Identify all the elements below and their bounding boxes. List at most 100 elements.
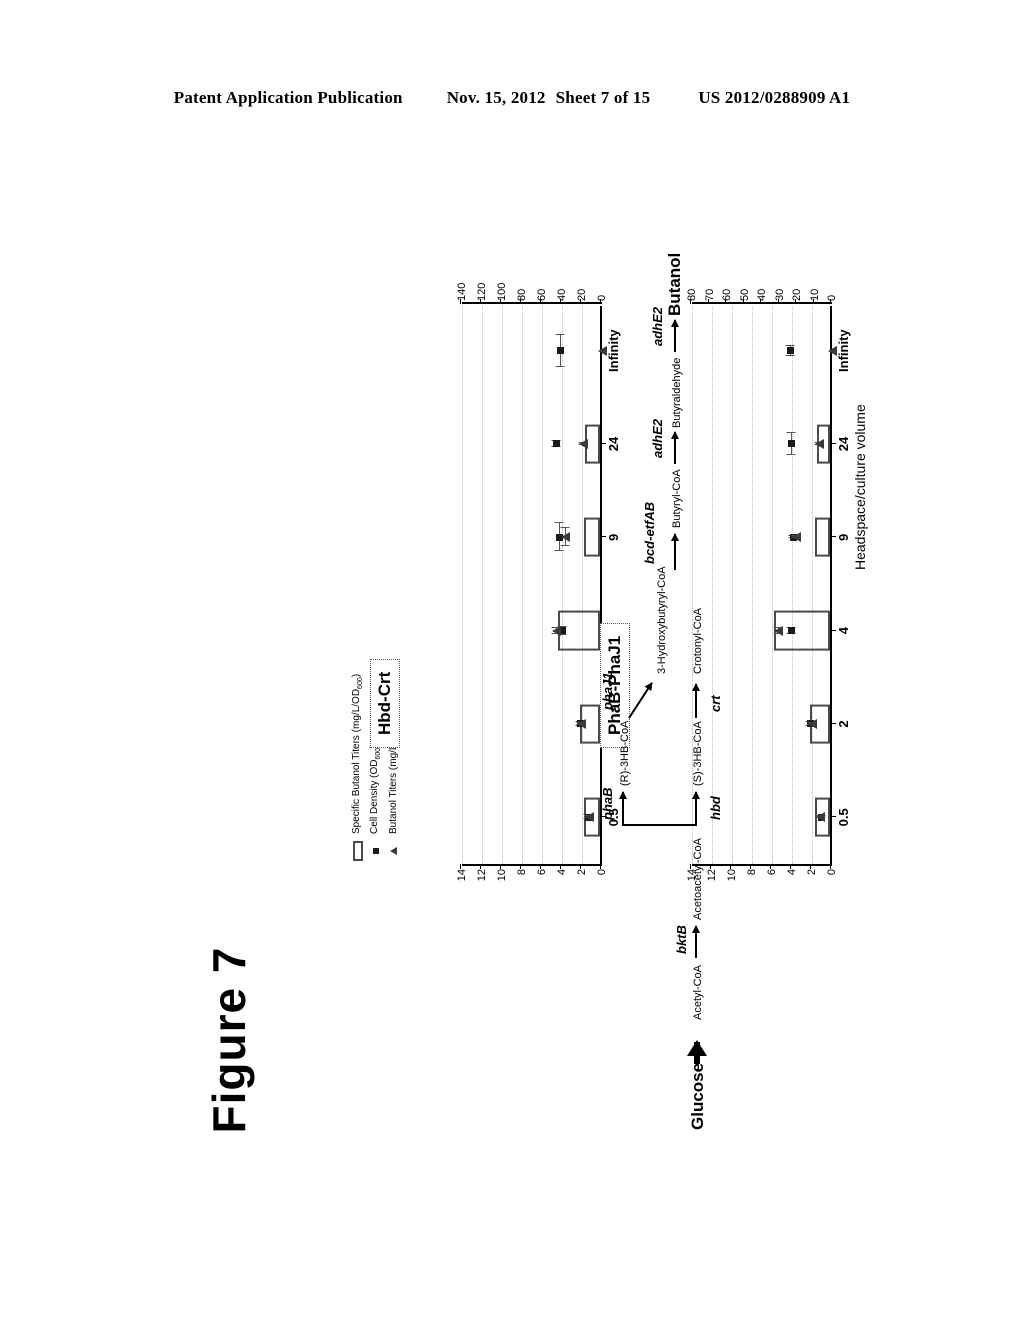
- x-axis-tick-label: 9: [606, 533, 621, 541]
- y-axis-tick-label-right: 100: [496, 282, 508, 301]
- marker-butanol-titer: [791, 532, 801, 543]
- pathway-arrow-adhe2-1: [674, 432, 676, 464]
- y-axis-tickmark-left: [480, 864, 481, 869]
- y-axis-tickmark-left: [810, 864, 811, 869]
- panel-title-hbd-crt: Hbd-Crt: [370, 658, 400, 748]
- marker-butanol-titer: [551, 625, 561, 636]
- x-axis-tickmark: [830, 443, 836, 444]
- marker-butanol-titer: [578, 439, 588, 449]
- chart-panel-hbd-crt: 024681012140204060801001201400.524924Inf…: [370, 283, 621, 881]
- y-axis-tick-label-left: 12: [476, 869, 488, 882]
- y-axis-tickmark-left: [690, 864, 691, 869]
- figure-container: Figure 7 Specific Butanol Titers (mg/L/O…: [162, 130, 868, 1190]
- pathway-node-crotonyl-coa: Crotonyl-CoA: [692, 607, 704, 674]
- pathway-node-3-hydroxybutyryl-coa: 3-Hydroxybutyryl-CoA: [656, 566, 668, 674]
- x-axis-tickmark: [830, 629, 836, 631]
- pathway-gene-phab: phaB: [600, 787, 615, 821]
- pathway-node-butyraldehyde: Butyraldehyde: [671, 357, 683, 428]
- gridline: [482, 306, 483, 864]
- y-axis-tick-label-right: 20: [576, 288, 588, 301]
- gridline: [582, 306, 583, 864]
- figure-caption: Figure 7: [203, 946, 255, 1134]
- y-axis-tickmark-left: [730, 864, 731, 869]
- error-bar-cap: [785, 344, 795, 346]
- y-axis-tickmark-left: [830, 864, 831, 869]
- marker-butanol-titer: [814, 439, 824, 449]
- legend-item-specific-titers: Specific Butanol Titers (mg/L/OD600): [350, 674, 365, 864]
- y-axis-tick-label-left: 6: [536, 869, 548, 876]
- x-axis-tickmark: [600, 536, 606, 538]
- error-bar-cap: [555, 333, 565, 335]
- y-axis-tick-label-right: 60: [721, 288, 733, 301]
- y-axis-tickmark-left: [710, 864, 711, 869]
- header-patent-number: US 2012/0288909 A1: [698, 88, 851, 107]
- y-axis-right-spine: [692, 302, 832, 304]
- error-bar-cap: [555, 365, 565, 367]
- pathway-gene-adhe2-2: adhE2: [650, 306, 665, 346]
- open-rectangle-icon: [352, 838, 363, 864]
- x-axis-tick-label: 24: [836, 436, 851, 452]
- y-axis-tickmark-left: [770, 864, 771, 869]
- x-axis-tick-label: 4: [836, 627, 851, 635]
- pathway-gene-bktb: bktB: [674, 925, 689, 954]
- pathway-arrow-bcd-etfab: [674, 534, 676, 570]
- marker-cell-density: [786, 347, 794, 355]
- marker-cell-density: [552, 440, 560, 448]
- pathway-arrow-hbd: [695, 792, 697, 826]
- marker-cell-density: [787, 440, 795, 448]
- y-axis-tick-label-right: 70: [703, 288, 716, 301]
- marker-butanol-titer: [815, 812, 825, 823]
- pathway-node-butyryl-coa: Butyryl-CoA: [671, 469, 683, 528]
- pathway-arrow-crt: [695, 684, 697, 718]
- pathway-diagram: Glucose Acetyl-CoA bktB Acetoacetyl-CoA …: [582, 253, 852, 1130]
- legend-label-specific-titers: Specific Butanol Titers (mg/L/OD600): [351, 673, 364, 834]
- legend-label-cell-density: Cell Density (OD600): [369, 745, 382, 835]
- gridline: [462, 306, 463, 864]
- bar-specific-butanol-titer: [815, 517, 830, 557]
- y-axis-tick-label-right: 40: [756, 288, 768, 301]
- error-bar-cap: [786, 432, 796, 433]
- marker-butanol-titer: [827, 345, 837, 356]
- header-date: Nov. 15, 2012: [446, 88, 546, 107]
- y-axis-tickmark-left: [750, 864, 751, 869]
- pathway-branch-line: [622, 824, 696, 826]
- y-axis-tick-label-right: 60: [536, 288, 548, 301]
- y-axis-tick-label-right: 0: [596, 294, 608, 301]
- pathway-gene-phaj1: phaJ1: [600, 672, 615, 710]
- y-axis-tick-label-right: 140: [456, 282, 468, 301]
- error-bar-cap: [560, 545, 570, 547]
- header-publication: Patent Application Publication: [173, 88, 403, 107]
- x-axis-tick-label: 2: [836, 720, 851, 728]
- y-axis-tick-label-right: 80: [686, 288, 698, 301]
- pathway-arrow-phab: [622, 792, 624, 826]
- pathway-node-butanol: Butanol: [665, 252, 684, 316]
- gridline: [772, 306, 773, 864]
- marker-butanol-titer: [597, 345, 607, 356]
- x-axis-tickmark: [600, 443, 606, 444]
- gridline: [562, 306, 563, 864]
- y-axis-tick-label-right: 80: [516, 288, 528, 301]
- y-axis-tickmark-left: [500, 864, 501, 869]
- x-axis-tickmark: [830, 816, 836, 818]
- marker-butanol-titer: [560, 532, 570, 543]
- marker-butanol-titer: [576, 719, 586, 729]
- x-axis-tickmark: [830, 536, 836, 538]
- error-bar-cap: [554, 550, 564, 552]
- pathway-gene-crt: crt: [708, 695, 723, 712]
- marker-butanol-titer: [584, 812, 594, 823]
- x-axis-tick-label: 24: [606, 436, 621, 452]
- gridline: [752, 306, 753, 864]
- y-axis-tickmark-left: [460, 864, 461, 869]
- y-axis-tick-label-right: 30: [773, 288, 786, 301]
- filled-triangle-icon: [390, 838, 397, 864]
- y-axis-tickmark-left: [540, 864, 541, 869]
- pathway-node-r3hb-coa: (R)-3HB-CoA: [619, 720, 631, 786]
- y-axis-tickmark-left: [600, 864, 601, 869]
- y-axis-tick-label-left: 4: [556, 869, 568, 876]
- pathway-node-glucose: Glucose: [688, 1062, 707, 1130]
- pathway-arrow-adhe2-2: [674, 320, 676, 352]
- y-axis-tick-label-right: 50: [738, 288, 751, 301]
- error-bar-cap: [786, 454, 796, 455]
- publication-header: Patent Application Publication Nov. 15, …: [0, 88, 1024, 108]
- filled-square-icon: [372, 838, 379, 864]
